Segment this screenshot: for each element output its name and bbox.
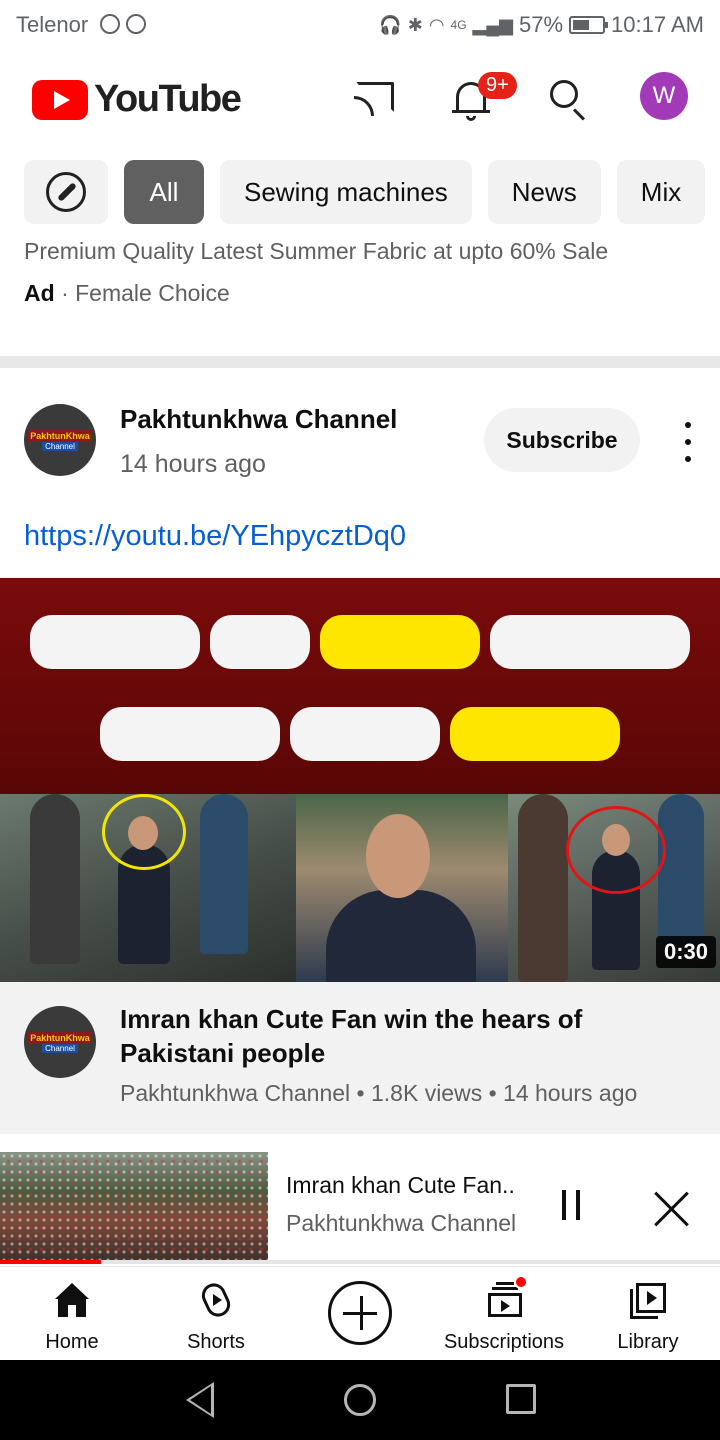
channel-name[interactable]: Pakhtunkhwa Channel bbox=[120, 404, 397, 435]
ad-attribution: Ad · Female Choice bbox=[24, 280, 230, 307]
headphones-icon: 🎧 bbox=[379, 14, 402, 35]
section-divider bbox=[0, 356, 720, 368]
messenger-icon bbox=[126, 14, 146, 34]
video-thumbnail[interactable]: 0:30 bbox=[0, 578, 720, 982]
subscribe-button[interactable]: Subscribe bbox=[484, 408, 640, 472]
thumbnail-photo-girl-left bbox=[0, 794, 296, 982]
signal-icon: ▂▄▆ bbox=[472, 14, 513, 35]
highlight-circle-yellow bbox=[102, 794, 186, 870]
video-duration: 0:30 bbox=[655, 936, 716, 968]
post-link[interactable]: https://youtu.be/YEhpycztDq0 bbox=[24, 520, 406, 553]
create-plus-icon[interactable] bbox=[328, 1281, 392, 1345]
nav-subscriptions[interactable]: Subscriptions bbox=[432, 1267, 576, 1361]
mini-player-title[interactable]: Imran khan Cute Fan.. bbox=[286, 1172, 515, 1199]
mini-player-progress-fill bbox=[0, 1260, 101, 1264]
urdu-headline-art bbox=[0, 602, 720, 786]
mini-player-thumbnail[interactable] bbox=[0, 1152, 268, 1264]
status-notification-icons bbox=[100, 14, 146, 34]
app-header: YouTube bbox=[0, 56, 720, 140]
home-icon bbox=[52, 1281, 92, 1321]
nav-subscriptions-label: Subscriptions bbox=[443, 1331, 565, 1353]
mini-player-progress bbox=[0, 1260, 720, 1264]
battery-icon bbox=[569, 16, 609, 34]
network-type: 4G bbox=[450, 18, 467, 32]
video-title[interactable]: Imran khan Cute Fan win the hears of Pak… bbox=[120, 1002, 680, 1070]
bluetooth-icon: ✱ bbox=[407, 14, 423, 35]
close-icon[interactable] bbox=[654, 1190, 690, 1226]
battery-fill bbox=[573, 20, 589, 30]
post-time: 14 hours ago bbox=[120, 450, 266, 478]
thumbnail-photos bbox=[0, 794, 720, 982]
compass-icon bbox=[46, 172, 86, 212]
youtube-wordmark: YouTube bbox=[94, 78, 242, 120]
system-navigation-bar bbox=[0, 1360, 720, 1440]
library-icon bbox=[628, 1281, 668, 1321]
carrier-name: Telenor bbox=[16, 12, 89, 37]
chip-all[interactable]: All bbox=[124, 160, 204, 224]
youtube-play-icon bbox=[32, 79, 88, 120]
recent-apps-icon[interactable] bbox=[506, 1384, 536, 1414]
new-content-dot bbox=[514, 1275, 528, 1289]
channel-logo-line1: PakhtunKhwa bbox=[28, 429, 92, 442]
mini-player-channel: Pakhtunkhwa Channel bbox=[286, 1210, 517, 1236]
more-options-icon[interactable] bbox=[680, 422, 696, 462]
wifi-icon: ◠ bbox=[428, 14, 445, 35]
channel-logo-line2: Channel bbox=[42, 441, 78, 451]
explore-chip[interactable] bbox=[24, 160, 108, 224]
cast-icon[interactable] bbox=[352, 74, 400, 122]
nav-home-label: Home bbox=[45, 1331, 99, 1353]
subscriptions-icon bbox=[484, 1275, 528, 1321]
thumbnail-photo-center bbox=[296, 794, 508, 982]
mini-player[interactable]: Imran khan Cute Fan.. Pakhtunkhwa Channe… bbox=[0, 1152, 720, 1264]
nav-shorts-label: Shorts bbox=[187, 1331, 245, 1353]
chip-news[interactable]: News bbox=[487, 160, 601, 224]
video-meta: Pakhtunkhwa Channel • 1.8K views • 14 ho… bbox=[120, 1080, 638, 1106]
channel-logo-line2: Channel bbox=[42, 1043, 78, 1053]
notification-badge: 9+ bbox=[478, 72, 517, 99]
nav-library-label: Library bbox=[617, 1331, 679, 1353]
battery-percent: 57% bbox=[519, 12, 564, 37]
highlight-circle-red bbox=[566, 806, 666, 894]
ad-headline[interactable]: Premium Quality Latest Summer Fabric at … bbox=[24, 238, 608, 265]
status-bar: Telenor 🎧 ✱ ◠ 4G ▂▄▆ 57% 10:17 AM bbox=[0, 0, 720, 50]
video-info[interactable]: PakhtunKhwa Channel Imran khan Cute Fan … bbox=[0, 982, 720, 1134]
chip-mix[interactable]: Mix bbox=[616, 160, 706, 224]
channel-logo-line1: PakhtunKhwa bbox=[28, 1031, 92, 1044]
clock: 10:17 AM bbox=[611, 12, 704, 37]
search-icon[interactable] bbox=[544, 74, 592, 122]
filter-chips: All Sewing machines News Mix bbox=[24, 160, 706, 224]
video-channel-avatar[interactable]: PakhtunKhwa Channel bbox=[24, 1006, 96, 1078]
nav-home[interactable]: Home bbox=[0, 1267, 144, 1361]
back-icon-inner bbox=[190, 1386, 211, 1414]
ad-advertiser: Female Choice bbox=[75, 280, 230, 306]
thumbnail-urdu-banner bbox=[0, 578, 720, 794]
status-right-group: 🎧 ✱ ◠ 4G ▂▄▆ 57% 10:17 AM bbox=[379, 12, 704, 38]
pause-icon[interactable] bbox=[562, 1190, 590, 1222]
youtube-logo[interactable]: YouTube bbox=[32, 78, 242, 121]
nav-library[interactable]: Library bbox=[576, 1267, 720, 1361]
ad-separator: · bbox=[61, 280, 76, 306]
chip-sewing-machines[interactable]: Sewing machines bbox=[220, 160, 472, 224]
home-circle-icon[interactable] bbox=[344, 1384, 376, 1416]
shorts-icon bbox=[196, 1279, 236, 1321]
ad-label: Ad bbox=[24, 280, 55, 306]
vpn-icon bbox=[100, 14, 120, 34]
channel-avatar[interactable]: PakhtunKhwa Channel bbox=[24, 404, 96, 476]
nav-shorts[interactable]: Shorts bbox=[144, 1267, 288, 1361]
account-avatar[interactable]: W bbox=[640, 72, 688, 120]
bottom-navigation: Home Shorts Subscriptions Library bbox=[0, 1266, 720, 1360]
